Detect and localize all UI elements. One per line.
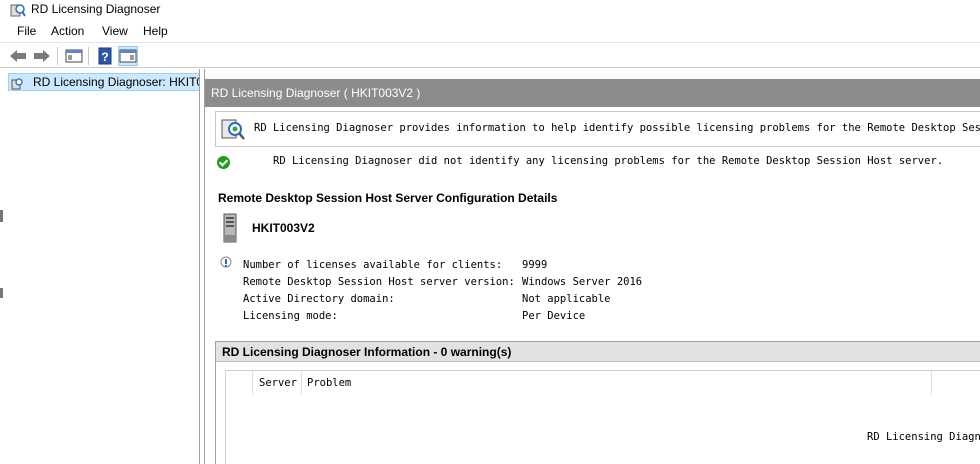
diagnoser-node-icon: [11, 78, 23, 90]
status-message: RD Licensing Diagnoser did not identify …: [273, 155, 944, 167]
results-header: RD Licensing Diagnoser ( HKIT003V2 ): [205, 79, 980, 107]
show-hide-console-tree-button[interactable]: [64, 46, 84, 66]
info-icon: [220, 256, 232, 268]
menu-file[interactable]: File: [17, 24, 36, 38]
rd-licensing-diagnoser-app-icon: [10, 4, 26, 17]
information-box-title: RD Licensing Diagnoser Information - 0 w…: [222, 345, 512, 359]
toolbar-separator: [88, 47, 89, 65]
list-empty-message: RD Licensing Diagno: [867, 431, 980, 443]
detail-label: Remote Desktop Session Host server versi…: [243, 276, 515, 288]
column-divider: [252, 371, 253, 395]
menu-help[interactable]: Help: [143, 24, 168, 38]
back-arrow-icon: [10, 50, 26, 62]
show-hide-console-tree-icon: [65, 49, 83, 63]
detail-label: Active Directory domain:: [243, 293, 395, 305]
information-box-header: RD Licensing Diagnoser Information - 0 w…: [216, 342, 980, 362]
detail-label: Licensing mode:: [243, 310, 338, 322]
column-divider: [301, 371, 302, 395]
detail-value: 9999: [522, 259, 548, 271]
window-edge-mark: [0, 210, 3, 222]
forward-button[interactable]: [32, 46, 52, 66]
configuration-section-title: Remote Desktop Session Host Server Confi…: [218, 191, 558, 205]
toolbar-separator: [57, 47, 58, 65]
tree-item-rd-licensing-diagnoser[interactable]: RD Licensing Diagnoser: HKIT0(: [8, 73, 200, 91]
results-header-title: RD Licensing Diagnoser ( HKIT003V2 ): [211, 86, 421, 100]
column-header-problem[interactable]: Problem: [307, 371, 351, 395]
success-check-icon: [217, 156, 230, 169]
detail-label: Number of licenses available for clients…: [243, 259, 503, 271]
forward-arrow-icon: [34, 50, 50, 62]
description-text: RD Licensing Diagnoser provides informat…: [254, 122, 980, 134]
window-edge-mark: [0, 288, 3, 298]
console-tree: RD Licensing Diagnoser: HKIT0(: [0, 69, 200, 464]
menu-view[interactable]: View: [102, 24, 128, 38]
detail-value: Per Device: [522, 310, 586, 322]
problems-list[interactable]: Server Problem RD Licensing Diagno: [225, 370, 980, 464]
menu-action[interactable]: Action: [51, 24, 84, 38]
status-row: RD Licensing Diagnoser did not identify …: [217, 155, 980, 171]
diagnoser-information-box: RD Licensing Diagnoser Information - 0 w…: [215, 341, 980, 464]
server-name: HKIT003V2: [252, 221, 315, 235]
title-bar: RD Licensing Diagnoser: [0, 0, 980, 20]
detail-value: Windows Server 2016: [522, 276, 643, 288]
show-hide-action-pane-icon: [119, 49, 137, 63]
server-row: HKIT003V2: [219, 213, 519, 245]
column-divider: [931, 371, 932, 395]
column-header-server[interactable]: Server: [259, 371, 297, 395]
detail-value: Not applicable: [522, 293, 611, 305]
window-title: RD Licensing Diagnoser: [31, 2, 161, 16]
show-hide-action-pane-button[interactable]: [118, 46, 138, 66]
diagnoser-magnifier-icon: [221, 119, 245, 140]
help-icon: ?: [98, 47, 112, 65]
back-button[interactable]: [8, 46, 28, 66]
svg-text:?: ?: [101, 50, 108, 64]
tree-item-label: RD Licensing Diagnoser: HKIT0(: [33, 75, 200, 89]
server-icon: [223, 213, 237, 243]
description-banner: RD Licensing Diagnoser provides informat…: [215, 111, 980, 147]
help-button[interactable]: ?: [95, 46, 115, 66]
toolbar: ?: [0, 42, 980, 68]
menu-bar: File Action View Help: [0, 20, 980, 42]
results-pane: RD Licensing Diagnoser ( HKIT003V2 ) RD …: [204, 69, 980, 464]
